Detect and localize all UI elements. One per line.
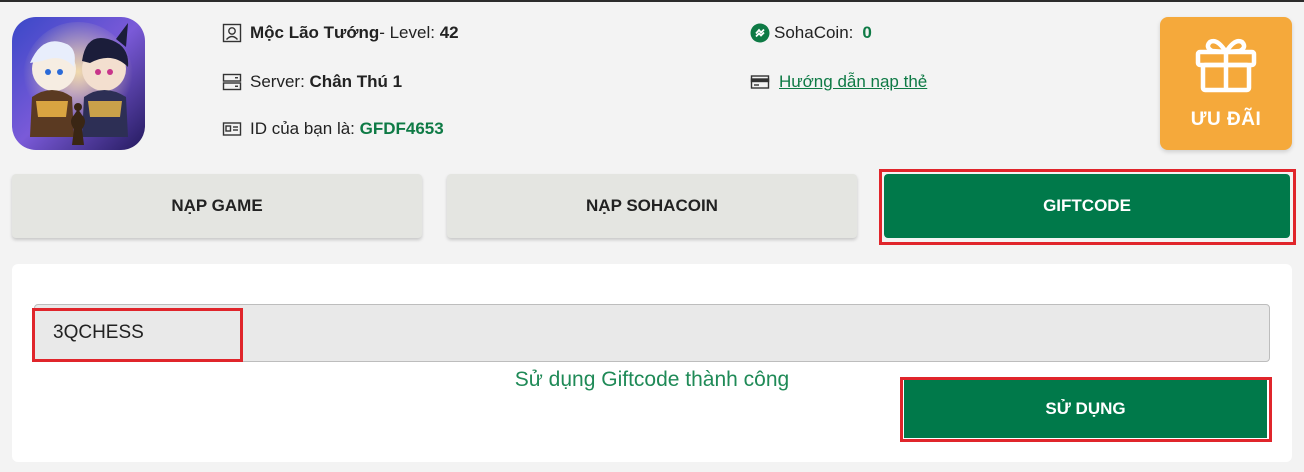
server-name: Chân Thú 1 [309, 72, 403, 91]
use-giftcode-button[interactable]: SỬ DỤNG [904, 380, 1267, 438]
topup-guide-link[interactable]: Hướng dẫn nạp thẻ [779, 72, 927, 92]
topup-guide[interactable]: Hướng dẫn nạp thẻ [750, 72, 927, 92]
card-icon [750, 72, 770, 92]
player-info: Mộc Lão Tướng - Level: 42 [222, 23, 459, 43]
level-label: - Level: [379, 23, 440, 42]
sohacoin-icon [750, 23, 770, 43]
top-border [0, 0, 1304, 2]
sohacoin-balance: 0 [862, 23, 872, 42]
id-card-icon [222, 119, 242, 139]
sohacoin-info: SohaCoin: 0 [750, 23, 872, 43]
tab-giftcode[interactable]: GIFTCODE [884, 174, 1290, 238]
sohacoin-label: SohaCoin: [774, 23, 854, 42]
tab-nap-sohacoin-label: NẠP SOHACOIN [586, 196, 718, 215]
id-label: ID của bạn là: [250, 119, 360, 138]
tab-giftcode-label: GIFTCODE [1043, 196, 1131, 215]
tab-nap-game[interactable]: NẠP GAME [12, 174, 422, 238]
player-level: 42 [439, 23, 459, 42]
server-info: Server: Chân Thú 1 [222, 72, 402, 92]
server-icon [222, 72, 242, 92]
id-info: ID của bạn là: GFDF4653 [222, 119, 444, 139]
server-label: Server: [250, 72, 310, 91]
promo-button[interactable]: ƯU ĐÃI [1160, 17, 1292, 150]
giftcode-input[interactable] [34, 304, 1270, 362]
user-icon [222, 23, 242, 43]
tab-nap-sohacoin[interactable]: NẠP SOHACOIN [447, 174, 857, 238]
promo-label: ƯU ĐÃI [1190, 109, 1262, 130]
tab-nap-game-label: NẠP GAME [171, 196, 263, 215]
player-id: GFDF4653 [359, 119, 444, 138]
gift-icon [1195, 38, 1257, 93]
player-name: Mộc Lão Tướng [250, 23, 380, 42]
use-giftcode-button-label: SỬ DỤNG [1045, 399, 1126, 418]
game-avatar [12, 17, 145, 150]
